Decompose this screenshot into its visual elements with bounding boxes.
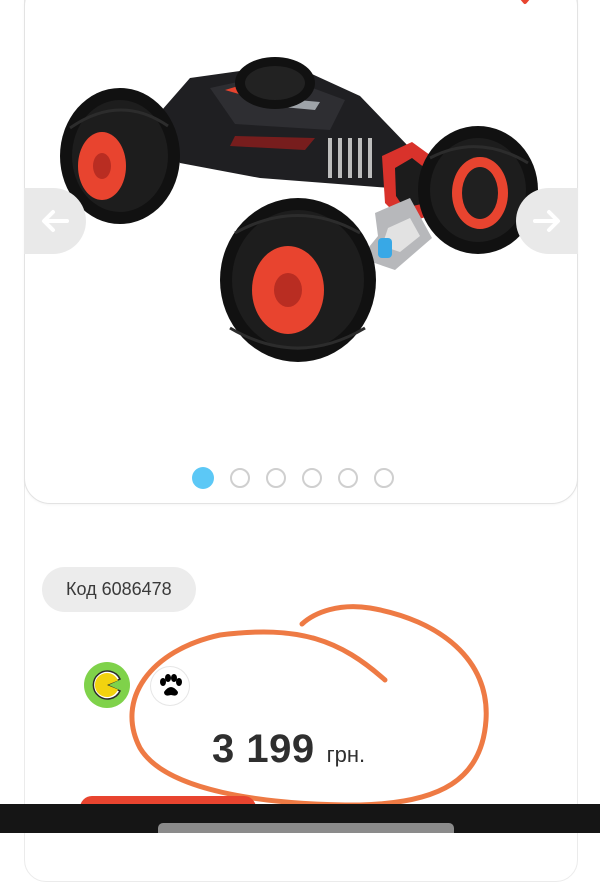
pacman-icon — [92, 670, 122, 700]
gallery-next-button[interactable] — [516, 188, 578, 254]
price-amount: 3 199 — [212, 727, 315, 771]
gallery-dot[interactable] — [266, 468, 286, 488]
product-price: 3 199 грн. — [212, 727, 365, 772]
gallery-dot[interactable] — [192, 467, 214, 489]
arrow-right-icon — [533, 210, 560, 232]
gallery-dot[interactable] — [302, 468, 322, 488]
gallery-dot[interactable] — [230, 468, 250, 488]
home-indicator[interactable] — [158, 823, 454, 833]
heart-icon[interactable] — [512, 0, 538, 10]
paw-badge[interactable] — [150, 666, 190, 706]
product-code-chip: Код 6086478 — [42, 567, 196, 612]
gallery-dot[interactable] — [338, 468, 358, 488]
gallery-dot[interactable] — [374, 468, 394, 488]
gallery-pagination — [192, 467, 394, 489]
pacman-badge[interactable] — [84, 662, 130, 708]
price-currency: грн. — [326, 742, 366, 767]
arrow-left-icon — [42, 210, 69, 232]
product-code-label: Код 6086478 — [66, 579, 172, 599]
paw-icon — [160, 674, 182, 696]
product-image[interactable] — [60, 38, 550, 378]
